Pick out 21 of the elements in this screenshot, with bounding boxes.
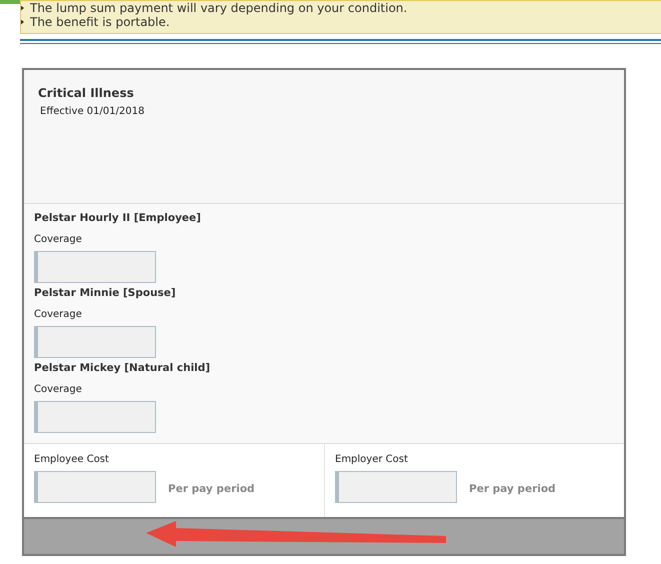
field-label: Coverage (34, 234, 83, 245)
field-label: Coverage (34, 384, 83, 395)
unit-label: Per pay period (168, 483, 255, 495)
bullet-icon (21, 20, 24, 24)
member-name: Pelstar Hourly II [Employee] (34, 212, 202, 224)
bullet-icon (21, 6, 24, 10)
notice-text: The benefit is portable. (30, 15, 170, 29)
unit-label: Per pay period (469, 483, 556, 495)
member-name: Pelstar Minnie [Spouse] (34, 287, 177, 299)
notice-text: The lump sum payment will vary depending on your condition. (30, 1, 408, 15)
field-label: Employee Cost (34, 454, 110, 465)
plan-title: Critical Illness (38, 86, 135, 100)
coverage-field[interactable] (34, 326, 156, 358)
cost-field[interactable] (335, 471, 457, 503)
coverage-field[interactable] (34, 401, 156, 433)
member-name: Pelstar Mickey [Natural child] (34, 362, 212, 374)
coverage-field[interactable] (34, 251, 156, 283)
field-label: Employer Cost (335, 454, 409, 465)
effective-date: Effective 01/01/2018 (40, 106, 146, 117)
cost-field[interactable] (34, 471, 156, 503)
field-label: Coverage (34, 309, 83, 320)
